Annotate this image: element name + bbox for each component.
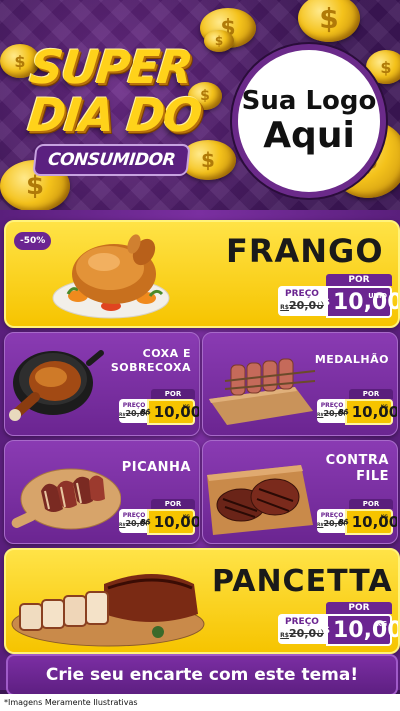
price-tag: POR PREÇO R$20,00 R$ 10,00 KG	[119, 389, 199, 425]
logo-text-line2: Aqui	[263, 115, 355, 156]
por-label: POR	[151, 499, 195, 509]
product-card-coxa-sobrecoxa[interactable]: COXA E SOBRECOXA POR PREÇO R$20,00 R$ 10,…	[4, 332, 200, 436]
product-card-medalhao[interactable]: MEDALHÃO POR PREÇO R$20,00 R$ 10,00 KG	[202, 332, 398, 436]
coin-icon: $	[298, 0, 360, 42]
product-name: PANCETTA	[212, 564, 393, 599]
price-tag: POR PREÇO R$20,00 R$ 10,00 KG	[317, 389, 397, 425]
new-price: R$ 10,00 UNID	[315, 286, 398, 318]
por-label: POR	[326, 602, 392, 614]
product-card-picanha[interactable]: PICANHA POR PREÇO R$20,00 R$ 10,00 KG	[4, 440, 200, 544]
product-name: COXA E SOBRECOXA	[110, 347, 191, 374]
cta-banner[interactable]: Crie seu encarte com este tema!	[6, 654, 398, 696]
footnote: *Imagens Meramente Ilustrativas	[0, 694, 400, 711]
header-banner: $ $ $ $ $ $ $ $ $ SUPER DIA DO CONSUMIDO…	[0, 0, 400, 218]
title-super: SUPER	[27, 40, 194, 94]
new-price: R$ 10,00 KG	[141, 509, 199, 535]
product-name: CONTRA FILE	[325, 453, 389, 484]
price-tag: POR PREÇO R$20,00 R$ 10,00 KG	[119, 499, 199, 535]
new-price: R$ 10,00 KG	[339, 399, 397, 425]
roast-chicken-image	[52, 234, 170, 319]
price-tag: POR PREÇO R$20,00 R$ 10,00 UNID	[278, 274, 398, 318]
por-label: POR	[151, 389, 195, 399]
price-tag: POR PREÇO R$20,00 R$ 10,00 KG	[278, 602, 398, 646]
pancetta-image	[11, 574, 205, 647]
product-name: FRANGO	[226, 232, 384, 270]
new-price: R$ 10,00 KG	[315, 614, 398, 646]
product-name: MEDALHÃO	[314, 353, 389, 366]
price-tag: POR PREÇO R$20,00 R$ 10,00 KG	[317, 499, 397, 535]
chicken-thigh-image	[9, 350, 104, 421]
logo-placeholder: Sua Logo Aqui	[232, 44, 386, 198]
promo-title: SUPER DIA DO CONSUMIDOR	[20, 34, 210, 184]
product-card-frango[interactable]: -50% FRANGO POR PREÇO R$20,00 R$ 10,00 UNI…	[4, 220, 400, 328]
title-consumidor: CONSUMIDOR	[32, 144, 191, 176]
logo-text-line1: Sua Logo	[241, 86, 377, 116]
por-label: POR	[349, 389, 393, 399]
new-price: R$ 10,00 KG	[141, 399, 199, 425]
title-dia-do: DIA DO	[25, 88, 204, 142]
new-price: R$ 10,00 KG	[339, 509, 397, 535]
por-label: POR	[326, 274, 392, 286]
product-card-pancetta[interactable]: PANCETTA POR PREÇO R$20,00 R$ 10,00 KG	[4, 548, 400, 654]
product-card-contra-file[interactable]: CONTRA FILE POR PREÇO R$20,00 R$ 10,00 KG	[202, 440, 398, 544]
flyer-page: $ $ $ $ $ $ $ $ $ SUPER DIA DO CONSUMIDO…	[0, 0, 400, 711]
por-label: POR	[349, 499, 393, 509]
product-name: PICANHA	[121, 460, 191, 475]
